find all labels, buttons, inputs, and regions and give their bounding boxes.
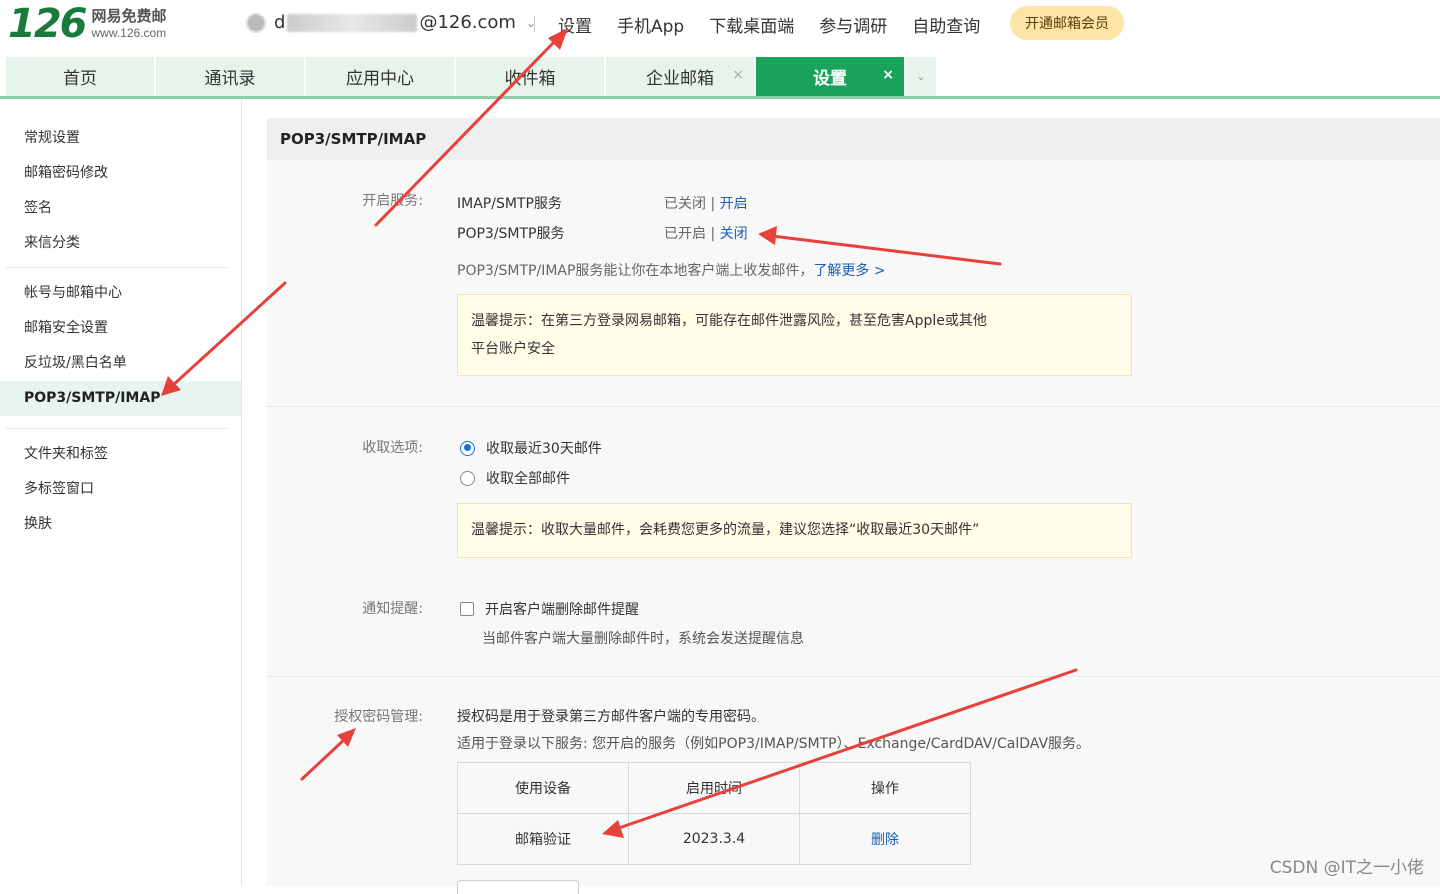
close-icon[interactable]: × [732,67,744,83]
receive-options-section: 收取选项: 收取最近30天邮件 收取全部邮件 温馨提示：收取大量邮件，会耗费您更… [267,407,1440,677]
generate-auth-code-button[interactable] [457,880,579,894]
cell-device: 邮箱验证 [457,813,629,865]
logo-url: www.126.com [91,26,167,40]
services-label: 开启服务: [362,193,423,209]
pop3-disable-link[interactable]: 关闭 [720,226,748,242]
auth-services-description: 适用于登录以下服务: 您开启的服务（例如POP3/IMAP/SMTP）、Exch… [457,736,1091,752]
learn-more-link[interactable]: 了解更多 > [813,263,885,279]
imap-enable-link[interactable]: 开启 [720,196,748,212]
receive-label: 收取选项: [362,440,423,456]
imap-service-status: 已关闭 | 开启 [664,196,748,212]
sidebar-item-multi-tab[interactable]: 多标签窗口 [0,472,241,507]
close-icon[interactable]: × [882,67,894,83]
account-suffix: @126.com [419,12,516,33]
table-header-row: 使用设备 启用时间 操作 [457,762,971,814]
sidebar-item-pop3-smtp-imap[interactable]: POP3/SMTP/IMAP [0,381,241,416]
warning-box-security: 温馨提示：在第三方登录网易邮箱，可能存在邮件泄露风险，甚至危害Apple或其他 … [457,294,1132,376]
sidebar-item-mail-filter[interactable]: 来信分类 [0,226,241,261]
tab-inbox[interactable]: 收件箱 [456,57,604,96]
settings-sidebar: 常规设置 邮箱密码修改 签名 来信分类 帐号与邮箱中心 邮箱安全设置 反垃圾/黑… [0,99,242,886]
auth-description: 授权码是用于登录第三方邮件客户端的专用密码。 [457,709,765,725]
column-header-action: 操作 [799,762,971,814]
column-header-time: 启用时间 [628,762,800,814]
sidebar-item-security[interactable]: 邮箱安全设置 [0,311,241,346]
sidebar-item-signature[interactable]: 签名 [0,191,241,226]
radio-recent-30-days[interactable]: 收取最近30天邮件 [460,438,602,458]
nav-mobile-app[interactable]: 手机App [617,12,684,37]
nav-self-service[interactable]: 自助查询 [912,12,980,37]
tab-contacts[interactable]: 通讯录 [156,57,304,96]
page-title: POP3/SMTP/IMAP [267,118,1440,160]
checkbox-delete-notify[interactable]: 开启客户端删除邮件提醒 [460,599,639,619]
redacted-account [287,13,418,32]
notify-label: 通知提醒: [362,601,423,617]
avatar-icon [246,12,266,33]
auth-label: 授权密码管理: [334,709,423,725]
nav-desktop-download[interactable]: 下载桌面端 [709,12,794,37]
sidebar-item-account-center[interactable]: 帐号与邮箱中心 [0,276,241,311]
auth-code-table: 使用设备 启用时间 操作 邮箱验证 2023.3.4 删除 [457,762,971,865]
logo-number: 126 [8,1,87,47]
tab-bar: 首页 通讯录 应用中心 收件箱 企业邮箱 × 设置 × ⌄ [6,57,936,96]
tab-settings[interactable]: 设置 × [756,57,904,96]
notify-description: 当邮件客户端大量删除邮件时，系统会发送提醒信息 [482,631,804,647]
sidebar-item-password[interactable]: 邮箱密码修改 [0,156,241,191]
services-section: 开启服务: IMAP/SMTP服务 已关闭 | 开启 POP3/SMTP服务 已… [267,160,1440,407]
tab-more-chevron-icon[interactable]: ⌄ [906,57,936,96]
sidebar-item-skin[interactable]: 换肤 [0,507,241,542]
radio-all-mail[interactable]: 收取全部邮件 [460,468,570,488]
divider [534,16,535,32]
services-hint: POP3/SMTP/IMAP服务能让你在本地客户端上收发邮件，了解更多 > [457,263,886,279]
logo-name: 网易免费邮 [91,7,167,25]
radio-selected-icon [460,440,475,456]
cell-time: 2023.3.4 [628,813,800,865]
delete-link[interactable]: 删除 [871,832,899,848]
radio-unselected-icon [460,470,475,486]
vip-button[interactable]: 开通邮箱会员 [1010,6,1124,40]
pop3-service-name: POP3/SMTP服务 [457,226,565,242]
settings-main: POP3/SMTP/IMAP 开启服务: IMAP/SMTP服务 已关闭 | 开… [267,118,1440,894]
sidebar-divider [6,267,227,268]
nav-settings[interactable]: 设置 [558,12,592,37]
watermark: CSDN @IT之一小佬 [1269,858,1424,878]
tab-home[interactable]: 首页 [6,57,154,96]
sidebar-item-general[interactable]: 常规设置 [0,121,241,156]
account-menu[interactable]: d @126.com ⌄ [246,12,536,33]
tab-enterprise-mail[interactable]: 企业邮箱 × [606,57,754,96]
checkbox-icon [460,602,474,616]
tab-app-center[interactable]: 应用中心 [306,57,454,96]
pop3-service-status: 已开启 | 关闭 [664,226,748,242]
warning-box-traffic: 温馨提示：收取大量邮件，会耗费您更多的流量，建议您选择“收取最近30天邮件” [457,503,1132,558]
top-nav: 设置 手机App 下载桌面端 参与调研 自助查询 [558,12,1005,37]
top-bar: 126 网易免费邮 www.126.com d @126.com ⌄ 设置 手机… [0,0,1440,56]
table-row: 邮箱验证 2023.3.4 删除 [457,813,971,865]
column-header-device: 使用设备 [457,762,629,814]
sidebar-divider [6,428,227,429]
sidebar-item-folders[interactable]: 文件夹和标签 [0,437,241,472]
logo[interactable]: 126 网易免费邮 www.126.com [8,4,167,44]
sidebar-item-antispam[interactable]: 反垃圾/黑白名单 [0,346,241,381]
account-prefix: d [274,12,286,33]
imap-service-name: IMAP/SMTP服务 [457,196,562,212]
nav-survey[interactable]: 参与调研 [819,12,887,37]
cell-action: 删除 [799,813,971,865]
